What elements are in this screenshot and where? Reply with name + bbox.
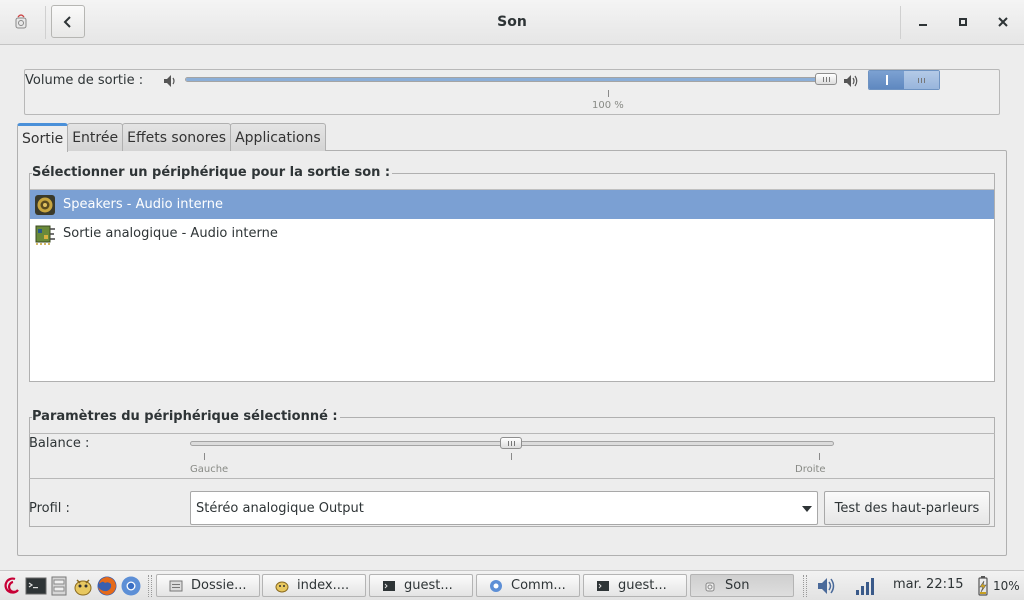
grip-icon xyxy=(822,76,830,82)
task-label: Dossie... xyxy=(191,578,247,593)
debian-menu-icon[interactable] xyxy=(2,575,24,597)
output-volume-handle[interactable] xyxy=(815,73,837,85)
folder-icon xyxy=(169,580,183,591)
clock[interactable]: mar. 22:15 xyxy=(893,577,964,592)
tab-applications[interactable]: Applications xyxy=(230,123,326,151)
profile-value: Stéréo analogique Output xyxy=(196,500,364,516)
dropdown-arrow-icon xyxy=(802,506,812,512)
sound-icon xyxy=(705,582,715,591)
volume-high-icon xyxy=(844,75,858,87)
task-button-terminal-2[interactable]: guest... xyxy=(583,574,687,597)
volume-low-icon xyxy=(164,75,175,87)
toggle-on-icon xyxy=(885,75,888,85)
balance-right-label: Droite xyxy=(795,464,826,475)
title-separator xyxy=(900,6,901,39)
firefox-icon[interactable] xyxy=(96,575,118,597)
task-button-chromium[interactable]: Comm... xyxy=(476,574,580,597)
output-volume-fill xyxy=(186,78,836,81)
file-cabinet-icon[interactable] xyxy=(48,575,70,597)
device-label: Speakers - Audio interne xyxy=(63,197,223,212)
task-label: Comm... xyxy=(511,578,566,593)
sound-card-icon xyxy=(35,225,55,245)
balance-label: Balance : xyxy=(29,436,90,451)
task-button-pidgin[interactable]: index.... xyxy=(262,574,366,597)
maximize-button[interactable] xyxy=(950,10,976,34)
taskbar-separator xyxy=(803,575,807,597)
mute-toggle[interactable] xyxy=(868,70,940,90)
balance-handle[interactable] xyxy=(500,437,522,449)
tab-bar: Sortie Entrée Effets sonores Application… xyxy=(17,123,326,152)
minimize-icon xyxy=(919,24,927,26)
tab-effets-sonores[interactable]: Effets sonores xyxy=(122,123,232,151)
grip-icon xyxy=(918,77,925,83)
terminal-icon[interactable] xyxy=(25,575,47,597)
tab-sortie[interactable]: Sortie xyxy=(17,123,69,152)
title-bar: Son xyxy=(0,0,1024,45)
task-label: guest... xyxy=(618,578,667,593)
tab-entree[interactable]: Entrée xyxy=(67,123,124,151)
task-label: index.... xyxy=(297,578,350,593)
params-section-title: Paramètres du périphérique sélectionné : xyxy=(32,409,340,424)
taskbar-separator xyxy=(148,575,152,597)
network-signal-icon[interactable] xyxy=(854,575,876,597)
pidgin-icon xyxy=(275,581,289,592)
output-volume-frame: Volume de sortie : 100 % xyxy=(24,69,1000,115)
close-button[interactable] xyxy=(990,10,1016,34)
task-button-terminal-1[interactable]: guest... xyxy=(369,574,473,597)
device-section-title: Sélectionner un périphérique pour la sor… xyxy=(32,165,393,180)
window-title: Son xyxy=(497,14,527,30)
balance-tick-right xyxy=(819,453,820,460)
output-volume-label: Volume de sortie : xyxy=(25,73,144,88)
volume-tray-icon[interactable] xyxy=(816,575,838,597)
device-row-analog-output[interactable]: Sortie analogique - Audio interne xyxy=(30,219,994,248)
device-row-speakers[interactable]: Speakers - Audio interne xyxy=(30,190,994,219)
battery-percent: 10% xyxy=(993,579,1020,593)
balance-tick-left xyxy=(204,453,205,460)
profile-select[interactable]: Stéréo analogique Output xyxy=(190,491,818,525)
task-label: guest... xyxy=(404,578,453,593)
device-list: Speakers - Audio interne Sortie analogiq… xyxy=(30,189,994,381)
speaker-icon xyxy=(35,194,55,215)
grip-icon xyxy=(507,440,515,446)
task-button-sound[interactable]: Son xyxy=(690,574,794,597)
output-volume-slider[interactable] xyxy=(185,77,837,82)
task-label: Son xyxy=(725,578,750,593)
battery-charging-icon[interactable] xyxy=(974,575,992,597)
test-speakers-button[interactable]: Test des haut-parleurs xyxy=(824,491,990,525)
minimize-button[interactable] xyxy=(910,10,936,34)
taskbar: Dossie... index.... guest... Comm... gue… xyxy=(0,570,1024,600)
task-button-folder[interactable]: Dossie... xyxy=(156,574,260,597)
terminal-icon xyxy=(597,580,609,591)
profile-label: Profil : xyxy=(29,501,70,516)
chromium-icon[interactable] xyxy=(120,575,142,597)
close-icon xyxy=(998,17,1008,27)
volume-mark-label: 100 % xyxy=(592,100,624,111)
toggle-knob[interactable] xyxy=(904,71,939,89)
volume-mark-tick xyxy=(608,90,609,97)
toggle-on-indicator xyxy=(869,71,904,89)
chromium-icon xyxy=(490,579,502,592)
balance-tick-center xyxy=(511,453,512,460)
terminal-icon xyxy=(383,580,395,591)
balance-left-label: Gauche xyxy=(190,464,229,475)
pidgin-icon[interactable] xyxy=(72,575,94,597)
device-label: Sortie analogique - Audio interne xyxy=(63,226,278,241)
maximize-icon xyxy=(959,18,967,26)
